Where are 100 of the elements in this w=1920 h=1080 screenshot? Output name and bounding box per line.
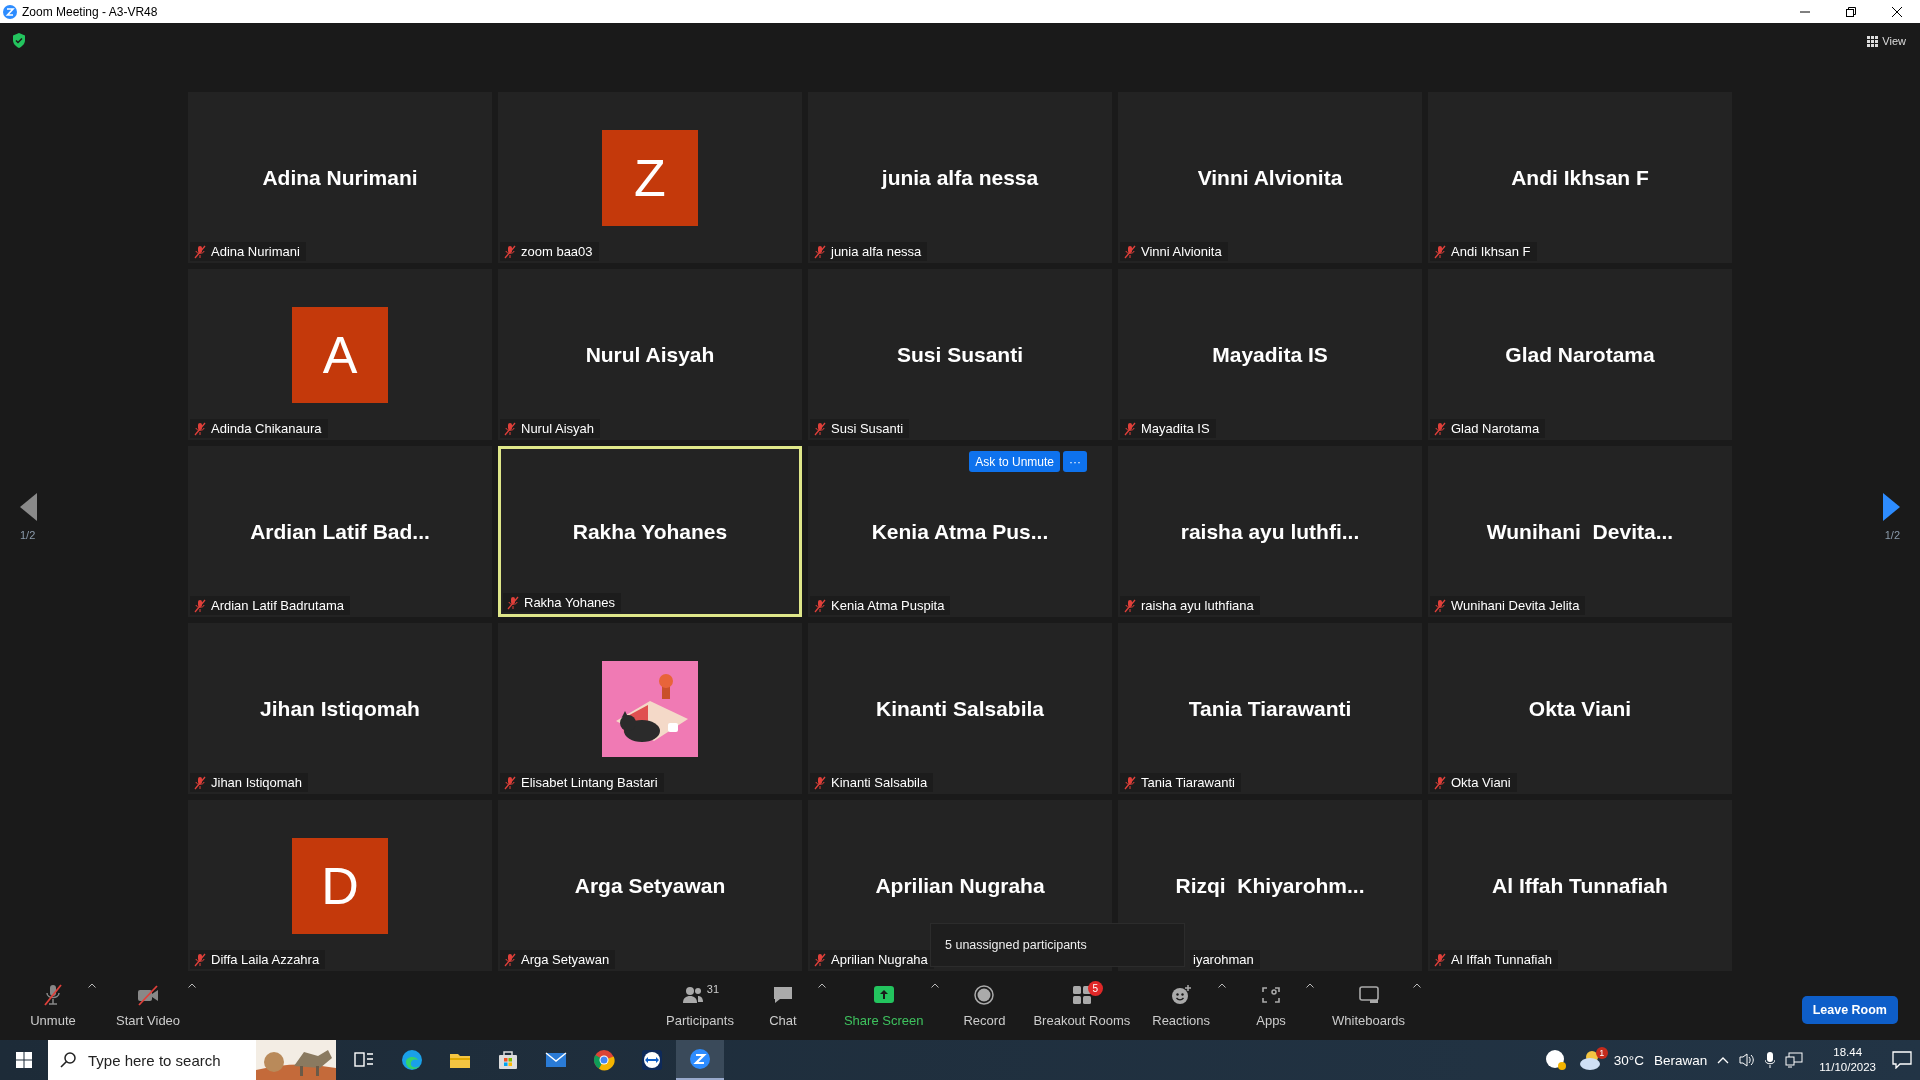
toolbar-button[interactable]: Reactions (1146, 979, 1217, 1032)
search-field[interactable]: Type here to search (86, 1050, 250, 1070)
muted-mic-icon (814, 421, 826, 436)
muted-mic-icon (1124, 244, 1136, 259)
label-text: Ardian Latif Badrutama (211, 598, 344, 613)
search-bar[interactable]: Type here to search (48, 1040, 336, 1080)
label-text: Susi Susanti (831, 421, 904, 436)
smiley-icon (1169, 983, 1194, 1007)
participant-name: Adina Nurimani (262, 165, 418, 190)
notification-badge: 1 (1595, 1047, 1608, 1059)
avatar-initial: A (292, 306, 388, 403)
muted-mic-icon (1434, 421, 1446, 436)
unassigned-tooltip: 5 unassigned participants (930, 923, 1185, 967)
microphone-icon[interactable] (1765, 1052, 1776, 1068)
muted-mic-icon (814, 952, 826, 967)
notification-badge: 5 (1087, 981, 1103, 996)
grid-icon (1867, 35, 1879, 47)
label-text: Diffa Laila Azzahra (211, 952, 320, 967)
clock-time: 18.44 (1833, 1045, 1863, 1060)
label-text: raisha ayu luthfiana (1141, 598, 1254, 613)
participant-name: Rakha Yohanes (572, 519, 728, 544)
label-text: Nurul Aisyah (521, 421, 594, 436)
caret-up-icon (1306, 983, 1315, 988)
label-text: Jihan Istiqomah (211, 775, 303, 790)
caret-up-icon (88, 983, 96, 988)
toolbar-button[interactable]: Record (951, 979, 1018, 1032)
participant-name: Kinanti Salsabila (875, 696, 1045, 721)
toolbar-button[interactable]: Unmute (20, 979, 86, 1032)
shopping-bag-icon (496, 1048, 520, 1072)
ask-to-unmute-button[interactable]: Ask to Unmute (969, 451, 1060, 472)
label-text: Kinanti Salsabila (831, 775, 928, 790)
toolbar-button[interactable]: Chat (749, 979, 816, 1032)
muted-mic-icon (194, 598, 206, 613)
browser-swirl-icon (400, 1048, 424, 1072)
participant-name: Nurul Aisyah (585, 342, 715, 367)
muted-mic-icon (814, 775, 826, 790)
chevron-up-icon[interactable] (1717, 1056, 1730, 1064)
muted-mic-icon (1434, 244, 1446, 259)
left-triangle-icon (20, 492, 37, 521)
window-title: Zoom Meeting - A3-VR48 (22, 4, 159, 19)
participant-name: Al Iffah Tunnafiah (1492, 873, 1668, 898)
label-text: Okta Viani (1451, 775, 1511, 790)
avatar-initial: D (292, 837, 388, 934)
weather-text: Berawan (1654, 1052, 1708, 1068)
muted-mic-icon (504, 421, 516, 436)
taskbar-app-button[interactable] (676, 1040, 724, 1080)
muted-mic-icon (194, 775, 206, 790)
toolbar-button[interactable]: Whiteboards (1326, 979, 1412, 1032)
avatar-initial: Z (602, 129, 698, 226)
muted-mic-icon (41, 983, 65, 1007)
participant-name: Kenia Atma Pus... (871, 519, 1049, 544)
label-text: Adinda Chikanaura (211, 421, 322, 436)
label-text: Al Iffah Tunnafiah (1451, 952, 1552, 967)
participant-name: junia alfa nessa (881, 165, 1039, 190)
participant-name: Jihan Istiqomah (260, 696, 420, 721)
zoom-logo-icon (688, 1047, 712, 1071)
muted-mic-icon (1434, 598, 1446, 613)
video-off-icon (136, 983, 161, 1007)
record-icon (972, 983, 997, 1007)
view-button[interactable]: View (1865, 33, 1908, 49)
participant-name: Okta Viani (1528, 696, 1632, 721)
restore-icon[interactable] (1846, 6, 1856, 17)
muted-mic-icon (504, 244, 516, 259)
notification-icon[interactable] (1892, 1051, 1912, 1069)
label-text: Arga Setyawan (521, 952, 610, 967)
close-icon[interactable] (1892, 6, 1902, 17)
label-text: Glad Narotama (1451, 421, 1540, 436)
caret-up-icon (1218, 983, 1227, 988)
caret-up-icon (817, 983, 826, 988)
toolbar-button[interactable]: Share Screen (837, 979, 930, 1032)
participant-name: Mayadita IS (1212, 342, 1328, 367)
speaker-icon[interactable] (1739, 1052, 1756, 1068)
toolbar-button[interactable]: Start Video (110, 979, 187, 1032)
participant-name: Tania Tiarawanti (1188, 696, 1352, 721)
participant-name: Glad Narotama (1505, 342, 1655, 367)
page-indicator: 1/2 (1884, 528, 1900, 541)
muted-mic-icon (504, 952, 516, 967)
toolbar-button[interactable]: Apps (1238, 979, 1305, 1032)
participant-count: 31 (706, 983, 720, 995)
label-text: Andi Ikhsan F (1451, 244, 1531, 259)
label-text: iyarohman (1193, 952, 1254, 967)
participant-name: Rizqi Khiyarohm... (1175, 873, 1365, 898)
label-text: Aprilian Nugraha (831, 952, 928, 967)
caret-up-icon (188, 983, 197, 988)
network-icon[interactable] (1785, 1052, 1804, 1068)
next-page-button[interactable] (1883, 492, 1900, 521)
participant-name: Aprilian Nugraha (875, 873, 1045, 898)
leave-room-button[interactable]: Leave Room (1801, 996, 1898, 1024)
more-button[interactable]: ··· (1063, 451, 1087, 472)
label-text: Elisabet Lintang Bastari (521, 775, 658, 790)
muted-mic-icon (507, 595, 519, 610)
shield-icon (12, 33, 26, 48)
muted-mic-icon (1124, 421, 1136, 436)
previous-page-button[interactable] (20, 492, 37, 521)
participant-name: raisha ayu luthfi... (1180, 519, 1360, 544)
toolbar-button[interactable]: 5 Breakout Rooms (1027, 979, 1137, 1032)
caret-up-icon (1413, 983, 1422, 988)
label-text: Vinni Alvionita (1141, 244, 1222, 259)
toolbar-button[interactable]: 31 Participants (660, 979, 740, 1032)
muted-mic-icon (194, 421, 206, 436)
